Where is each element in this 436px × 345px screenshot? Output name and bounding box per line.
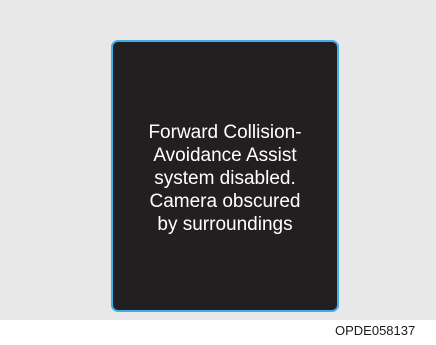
warning-message: Forward Collision- Avoidance Assist syst… (148, 121, 302, 235)
figure-background: Forward Collision- Avoidance Assist syst… (0, 0, 436, 320)
cluster-warning-display: Forward Collision- Avoidance Assist syst… (111, 40, 339, 312)
figure-code: OPDE058137 (335, 323, 416, 338)
